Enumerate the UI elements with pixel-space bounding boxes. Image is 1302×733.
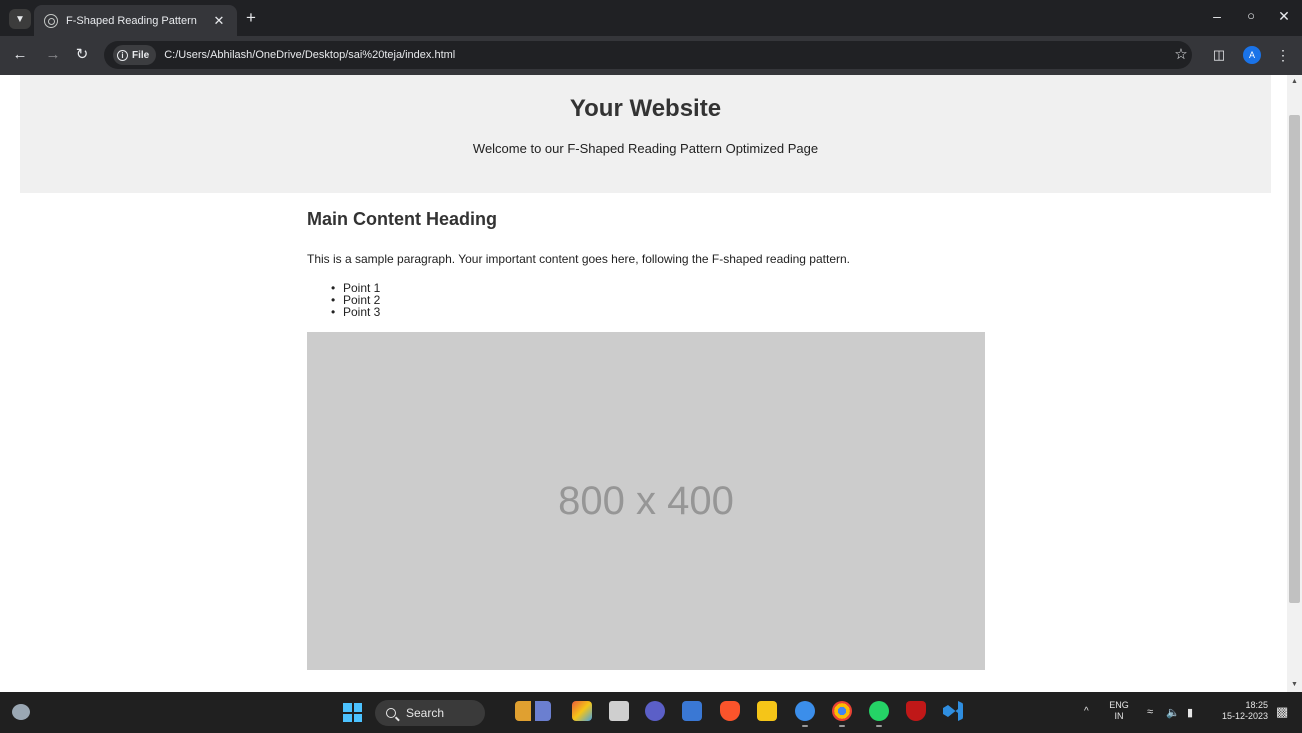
site-title: Your Website (569, 95, 722, 122)
clock[interactable]: 18:25 15-12-2023 (1212, 700, 1268, 722)
task-view-icon[interactable] (609, 701, 629, 721)
close-window-button[interactable]: ✕ (1274, 8, 1294, 25)
clock-date: 15-12-2023 (1221, 711, 1268, 721)
weather-icon[interactable] (12, 704, 30, 720)
teams-icon[interactable] (645, 701, 665, 721)
language-secondary: IN (1114, 711, 1124, 721)
scroll-down-arrow-icon[interactable]: ▼ (1287, 678, 1302, 692)
url-text[interactable]: C:/Users/Abhilash/OneDrive/Desktop/sai%2… (164, 49, 455, 61)
windows-start-icon[interactable] (343, 703, 362, 722)
photos-app-icon[interactable] (572, 701, 592, 721)
notification-bell-icon[interactable]: ▩ (1276, 704, 1288, 720)
side-panel-icon[interactable]: ◫ (1210, 47, 1228, 63)
site-subtitle: Welcome to our F-Shaped Reading Pattern … (472, 141, 819, 156)
chrome-icon[interactable] (832, 701, 852, 727)
language-primary: ENG (1109, 700, 1129, 710)
minimize-button[interactable]: – (1207, 8, 1227, 24)
main-heading: Main Content Heading (307, 209, 497, 229)
taskbar-search-label: Search (406, 706, 445, 720)
scroll-thumb[interactable] (1289, 115, 1300, 603)
active-tab[interactable]: F-Shaped Reading Pattern ✕ (34, 5, 237, 36)
store-icon[interactable] (682, 701, 702, 721)
widgets-icon[interactable] (515, 701, 551, 721)
globe-icon (44, 13, 58, 28)
placeholder-label: 800 x 400 (558, 478, 734, 523)
list-item: Point 1 (331, 282, 985, 294)
site-chip-label: File (132, 49, 150, 61)
whatsapp-icon[interactable] (869, 701, 889, 727)
back-button[interactable]: ← (10, 46, 30, 64)
sample-paragraph: This is a sample paragraph. Your importa… (307, 252, 850, 266)
browser-toolbar: ← → ↻ i File C:/Users/Abhilash/OneDrive/… (0, 36, 1302, 75)
new-tab-button[interactable]: + (241, 9, 261, 27)
tab-search-button[interactable]: ▼ (9, 9, 31, 29)
site-info-chip[interactable]: i File (113, 45, 157, 65)
point-list: Point 1 Point 2 Point 3 (307, 282, 985, 318)
vscode-icon[interactable] (943, 701, 963, 721)
vertical-scrollbar[interactable]: ▲ ▼ (1287, 75, 1302, 692)
more-menu-icon[interactable]: ⋮ (1276, 46, 1290, 64)
language-indicator[interactable]: ENG IN (1106, 700, 1132, 722)
chevron-down-icon: ▼ (15, 13, 25, 25)
tab-title: F-Shaped Reading Pattern (66, 14, 197, 27)
list-item: Point 3 (331, 306, 985, 318)
site-header: Your Website Welcome to our F-Shaped Rea… (20, 75, 1271, 193)
page-viewport: Your Website Welcome to our F-Shaped Rea… (0, 75, 1302, 692)
file-explorer-icon[interactable] (757, 701, 777, 721)
battery-icon[interactable]: ▮ (1187, 706, 1193, 719)
search-icon (386, 708, 396, 718)
image-placeholder: 800 x 400 (307, 332, 985, 670)
taskbar-search[interactable]: Search (375, 700, 485, 726)
maximize-button[interactable]: ○ (1241, 8, 1261, 23)
address-bar[interactable]: i File C:/Users/Abhilash/OneDrive/Deskto… (104, 41, 1192, 69)
clock-time: 18:25 (1245, 700, 1268, 710)
chevron-up-icon[interactable]: ^ (1084, 706, 1089, 717)
brave-browser-icon[interactable] (720, 701, 740, 721)
edge-icon[interactable] (795, 701, 815, 727)
os-taskbar: Search ^ ENG IN ≈ 🔈 ▮ 18:25 15-12-2023 ▩ (0, 692, 1302, 733)
close-tab-icon[interactable]: ✕ (211, 13, 227, 29)
forward-button[interactable]: → (43, 46, 63, 64)
tab-strip: ▼ F-Shaped Reading Pattern ✕ + – ○ ✕ (0, 0, 1302, 36)
info-icon: i (117, 49, 128, 61)
list-item: Point 2 (331, 294, 985, 306)
wifi-icon[interactable]: ≈ (1147, 706, 1153, 718)
reload-button[interactable]: ↻ (72, 46, 92, 64)
mcafee-icon[interactable] (906, 701, 926, 721)
profile-avatar[interactable]: A (1243, 46, 1261, 64)
main-content: Main Content Heading This is a sample pa… (307, 207, 985, 670)
scroll-up-arrow-icon[interactable]: ▲ (1287, 75, 1302, 89)
volume-icon[interactable]: 🔈 (1166, 706, 1180, 719)
bookmark-star-icon[interactable]: ☆ (1170, 45, 1192, 63)
